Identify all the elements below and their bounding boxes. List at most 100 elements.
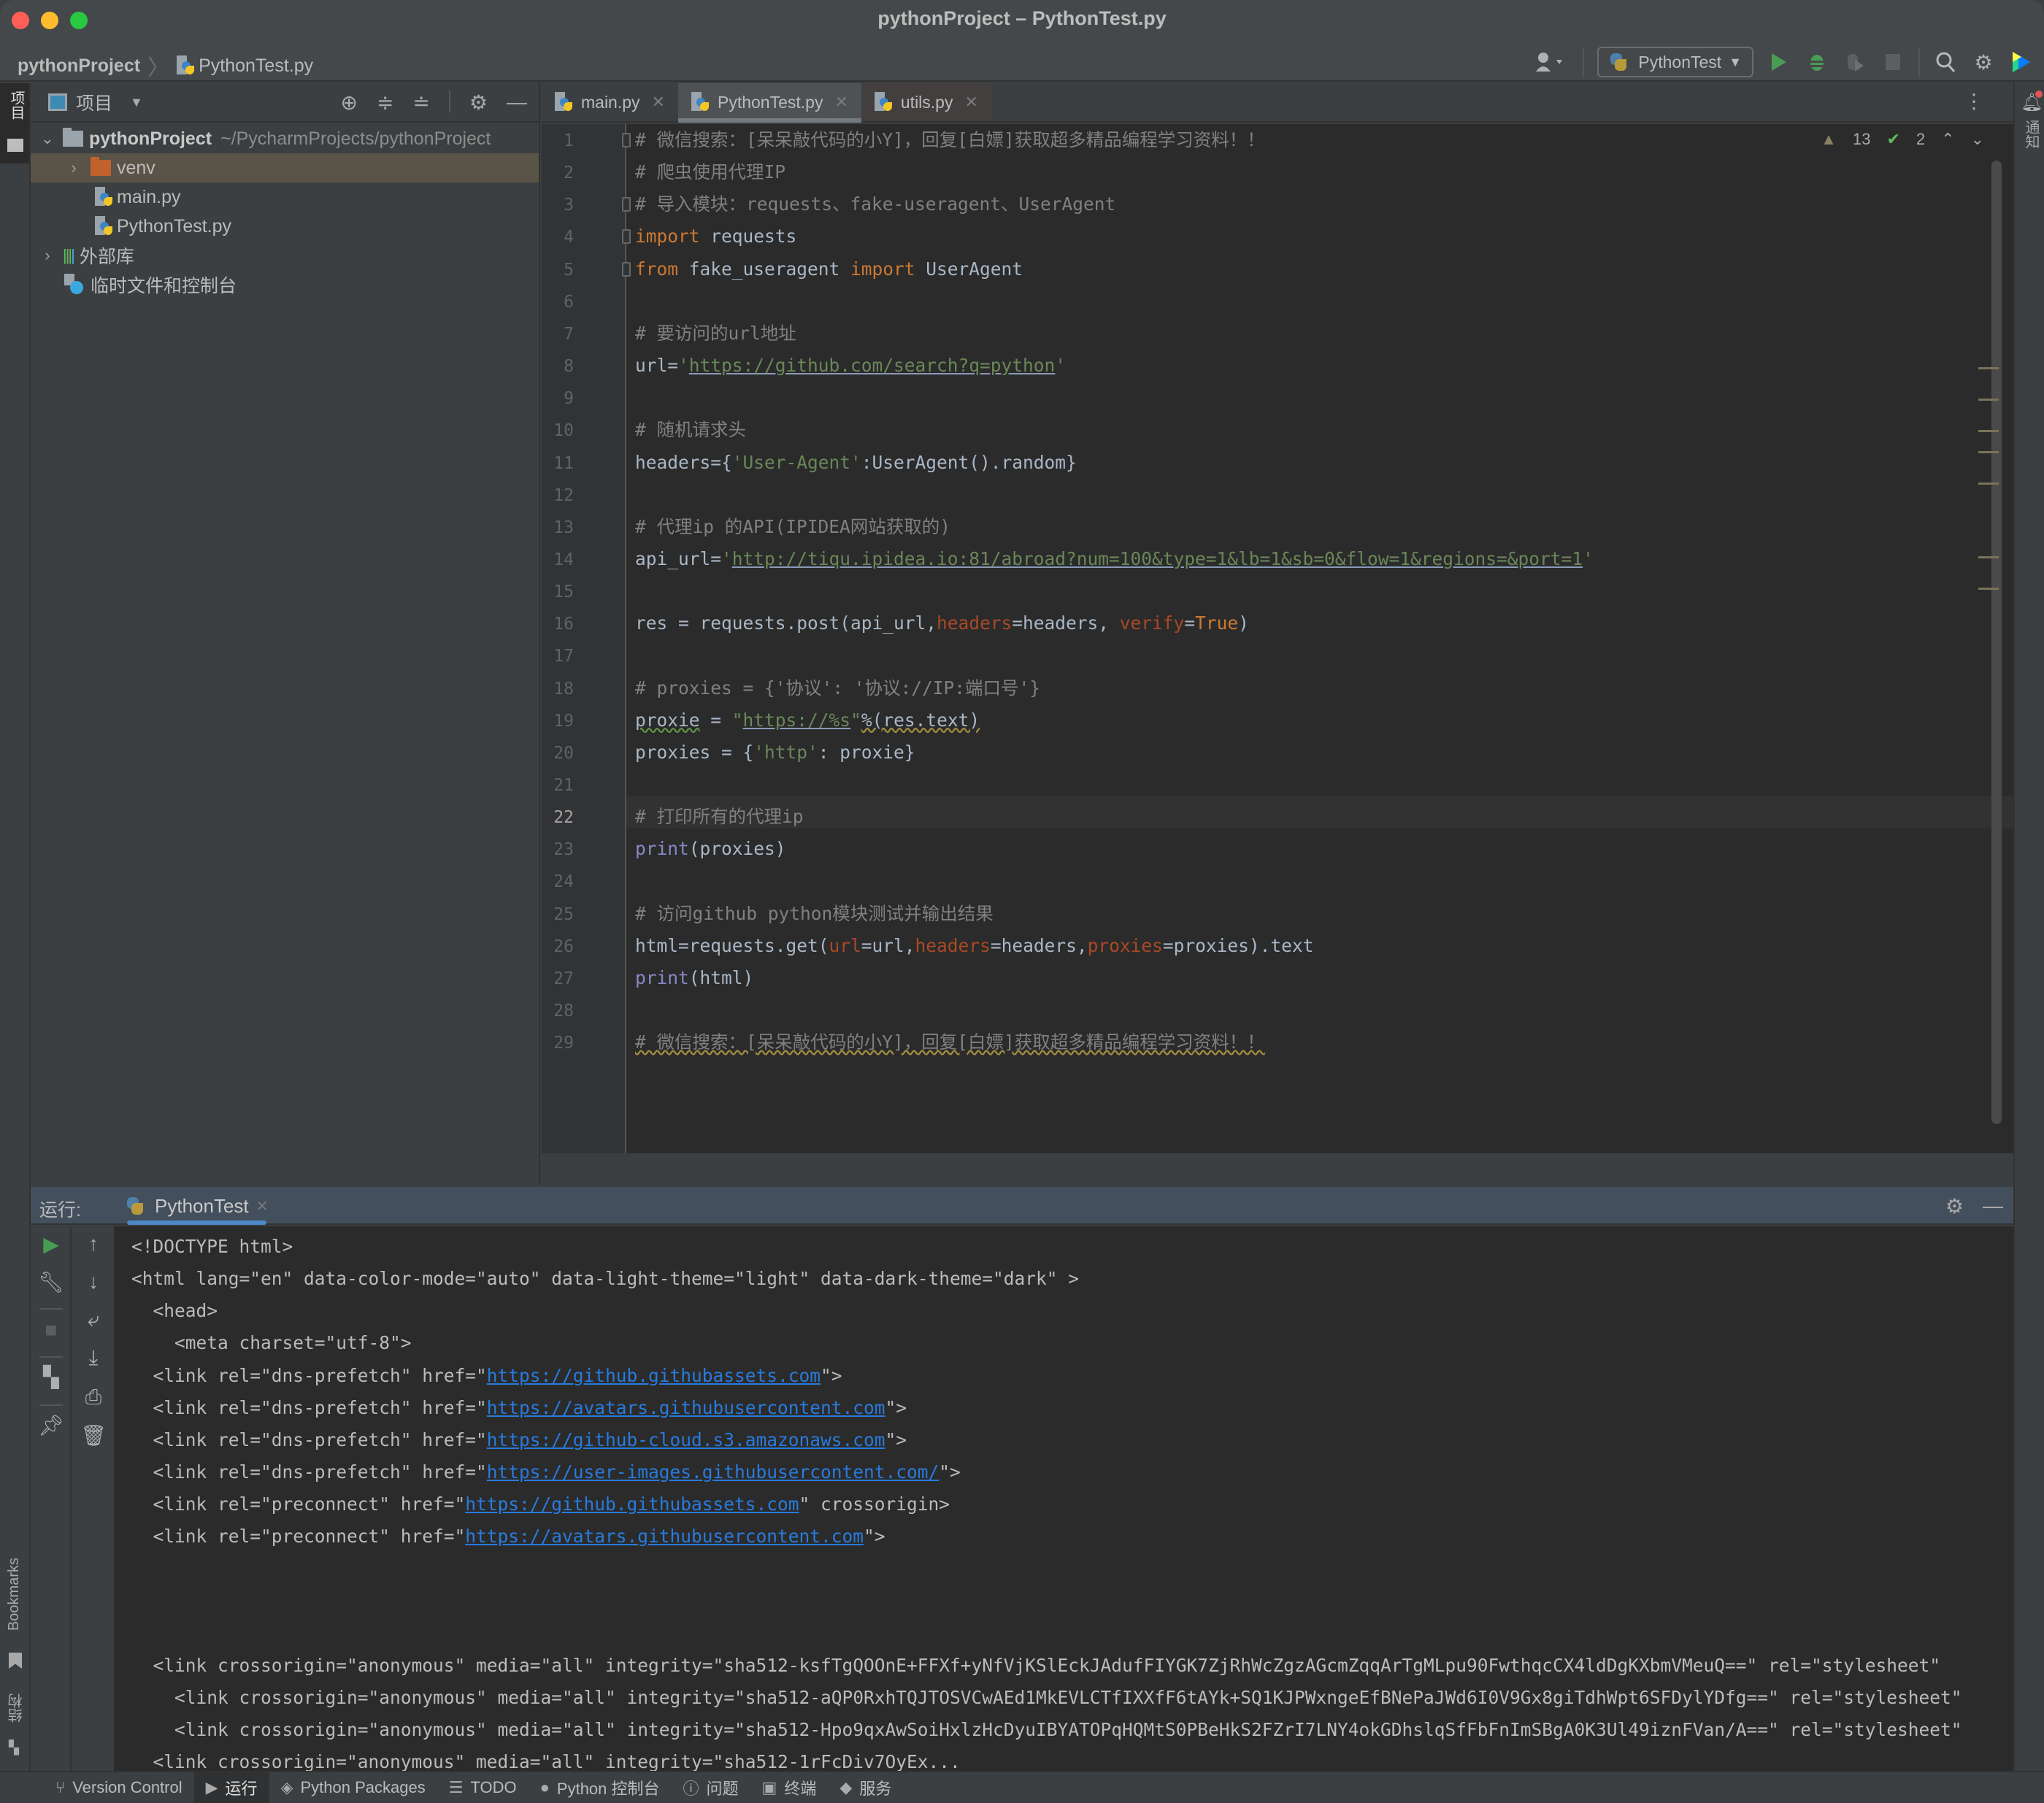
warning-stripe-mark[interactable]: [1978, 556, 1999, 558]
tree-item-scratches[interactable]: 临时文件和控制台: [31, 270, 539, 299]
wrench-icon[interactable]: 🔧︎: [31, 1270, 72, 1294]
fold-marker-icon[interactable]: [622, 197, 631, 212]
tree-item-external-libraries[interactable]: › |||| 外部库: [31, 241, 539, 270]
project-tool-button[interactable]: 项目: [0, 83, 29, 164]
code-line[interactable]: # 爬虫使用代理IP: [635, 156, 785, 188]
run-with-coverage-icon[interactable]: [1843, 50, 1867, 74]
code-line[interactable]: res = requests.post(api_url,headers=head…: [635, 607, 1249, 639]
code-line[interactable]: # 微信搜索：[呆呆敲代码的小Y]，回复[白嫖]获取超多精品编程学习资料！！: [635, 124, 1265, 156]
code-line[interactable]: # 要访问的url地址: [635, 318, 796, 350]
soft-wrap-icon[interactable]: ⤶: [73, 1308, 114, 1332]
code-line[interactable]: # 随机请求头: [635, 414, 746, 446]
close-tab-icon[interactable]: ✕: [964, 93, 977, 112]
settings-icon[interactable]: ⚙: [469, 91, 488, 115]
close-tab-icon[interactable]: ✕: [652, 93, 665, 112]
chevron-right-icon[interactable]: ›: [63, 158, 85, 177]
code-line[interactable]: proxies = {'http': proxie}: [635, 737, 915, 769]
fold-marker-icon[interactable]: [622, 261, 631, 277]
code-line[interactable]: # 访问github python模块测试并输出结果: [635, 898, 994, 930]
collapse-all-icon[interactable]: ≐: [412, 91, 429, 115]
run-tab-pythontest[interactable]: PythonTest ✕: [111, 1187, 283, 1225]
code-line[interactable]: proxie = "https://%s"%(res.text): [635, 704, 980, 737]
run-configuration-dropdown[interactable]: PythonTest ▼: [1597, 47, 1753, 77]
previous-highlight-icon[interactable]: ⌃: [1941, 130, 1954, 149]
more-tabs-icon[interactable]: ⋮: [1964, 89, 1984, 113]
tree-item-main-py[interactable]: main.py: [31, 182, 539, 212]
warning-stripe-mark[interactable]: [1978, 399, 1999, 401]
tool-window-button-services[interactable]: ◆ 服务: [828, 1772, 903, 1803]
code-line[interactable]: url='https://github.com/search?q=python': [635, 350, 1066, 382]
code-line[interactable]: from fake_useragent import UserAgent: [635, 253, 1023, 285]
user-icon[interactable]: [1532, 50, 1570, 74]
structure-tool-button[interactable]: 结构: [6, 1694, 27, 1723]
scroll-to-end-icon[interactable]: ⤓: [73, 1346, 114, 1370]
code-line[interactable]: api_url='http://tiqu.ipidea.io:81/abroad…: [635, 543, 1594, 575]
chevron-down-icon[interactable]: ⌄: [36, 129, 58, 148]
next-highlight-icon[interactable]: ⌄: [1971, 130, 1984, 149]
tree-item-root[interactable]: ⌄ pythonProject ~/PycharmProjects/python…: [31, 124, 539, 153]
down-arrow-icon[interactable]: ↓: [73, 1270, 114, 1293]
code-line[interactable]: # 微信搜索：[呆呆敲代码的小Y]，回复[白嫖]获取超多精品编程学习资料！！: [635, 1026, 1265, 1058]
up-arrow-icon[interactable]: ↑: [73, 1232, 114, 1256]
tool-window-button-terminal[interactable]: ▣ 终端: [750, 1772, 829, 1803]
close-tab-icon[interactable]: ✕: [256, 1197, 269, 1215]
tree-item-pythontest-py[interactable]: PythonTest.py: [31, 212, 539, 241]
print-icon[interactable]: ⎙: [73, 1385, 114, 1410]
settings-icon[interactable]: ⚙: [1945, 1194, 1964, 1218]
code-line[interactable]: html=requests.get(url=url,headers=header…: [635, 930, 1313, 962]
trash-icon[interactable]: 🗑︎: [73, 1423, 114, 1448]
tab-main-py[interactable]: main.py ✕: [542, 83, 678, 121]
jetbrains-logo-icon[interactable]: [2009, 50, 2034, 74]
breadcrumb-file[interactable]: PythonTest.py: [199, 55, 313, 77]
tool-window-button-run[interactable]: ▶ 运行: [193, 1772, 269, 1803]
tree-item-venv[interactable]: › venv: [31, 153, 539, 182]
fold-marker-icon[interactable]: [622, 133, 631, 147]
tab-pythontest-py[interactable]: PythonTest.py ✕: [677, 83, 861, 123]
breadcrumb-project[interactable]: pythonProject: [18, 55, 140, 77]
project-view-title[interactable]: 项目: [76, 89, 112, 115]
code-line[interactable]: print(html): [635, 962, 753, 994]
layout-icon[interactable]: ▚: [31, 1365, 72, 1389]
bookmarks-tool-button[interactable]: Bookmarks: [6, 1558, 23, 1631]
code-line[interactable]: # 代理ip 的API(IPIDEA网站获取的): [635, 511, 950, 543]
console-link[interactable]: https://github.githubassets.com: [465, 1493, 799, 1515]
run-icon[interactable]: [1767, 50, 1791, 74]
tool-window-button-problems[interactable]: ⓘ 问题: [672, 1772, 750, 1803]
warning-stripe-mark[interactable]: [1978, 430, 1999, 432]
inspection-widget[interactable]: ▲ 13 ✔ 2 ⌃ ⌄: [1821, 130, 1984, 149]
tool-window-button-packages[interactable]: ◈ Python Packages: [269, 1772, 437, 1803]
console-link[interactable]: https://avatars.githubusercontent.com: [487, 1397, 885, 1418]
console-link[interactable]: https://github-cloud.s3.amazonaws.com: [487, 1429, 885, 1450]
expand-all-icon[interactable]: ≑: [377, 91, 393, 115]
warning-stripe-mark[interactable]: [1978, 451, 1999, 453]
code-line[interactable]: headers={'User-Agent':UserAgent().random…: [635, 447, 1077, 479]
code-line[interactable]: # proxies = {'协议': '协议://IP:端口号'}: [635, 672, 1040, 704]
hide-panel-icon[interactable]: —: [1983, 1194, 2003, 1218]
debug-icon[interactable]: [1805, 50, 1829, 74]
editor-scrollbar[interactable]: [1991, 161, 2002, 1124]
warning-stripe-mark[interactable]: [1978, 367, 1999, 369]
chevron-down-icon[interactable]: ▼: [130, 95, 143, 110]
run-console-output[interactable]: <!DOCTYPE html> <html lang="en" data-colo…: [114, 1226, 2013, 1771]
code-line[interactable]: import requests: [635, 220, 796, 253]
rerun-icon[interactable]: ▶: [31, 1232, 72, 1256]
locate-file-icon[interactable]: ⊕: [340, 91, 357, 115]
warning-stripe-mark[interactable]: [1978, 588, 1999, 590]
tool-window-button-list[interactable]: ☰ TODO: [437, 1772, 529, 1803]
warning-stripe-mark[interactable]: [1978, 483, 1999, 485]
code-line[interactable]: print(proxies): [635, 833, 786, 865]
tab-utils-py[interactable]: utils.py ✕: [861, 83, 991, 121]
hide-icon[interactable]: —: [507, 91, 527, 115]
stop-icon[interactable]: ■: [31, 1318, 72, 1342]
console-link[interactable]: https://user-images.githubusercontent.co…: [487, 1461, 940, 1483]
stop-icon[interactable]: [1880, 50, 1905, 74]
pin-icon[interactable]: 📌︎: [31, 1413, 72, 1437]
chevron-right-icon[interactable]: ›: [36, 246, 58, 265]
code-line[interactable]: # 打印所有的代理ip: [635, 801, 804, 833]
notifications-tool-label[interactable]: 通知: [2021, 120, 2042, 149]
console-link[interactable]: https://avatars.githubusercontent.com: [465, 1526, 864, 1547]
search-icon[interactable]: [1933, 50, 1958, 74]
tool-window-button-python-console[interactable]: ● Python 控制台: [529, 1772, 672, 1803]
close-tab-icon[interactable]: ✕: [834, 93, 848, 112]
settings-icon[interactable]: ⚙: [1971, 50, 1996, 74]
